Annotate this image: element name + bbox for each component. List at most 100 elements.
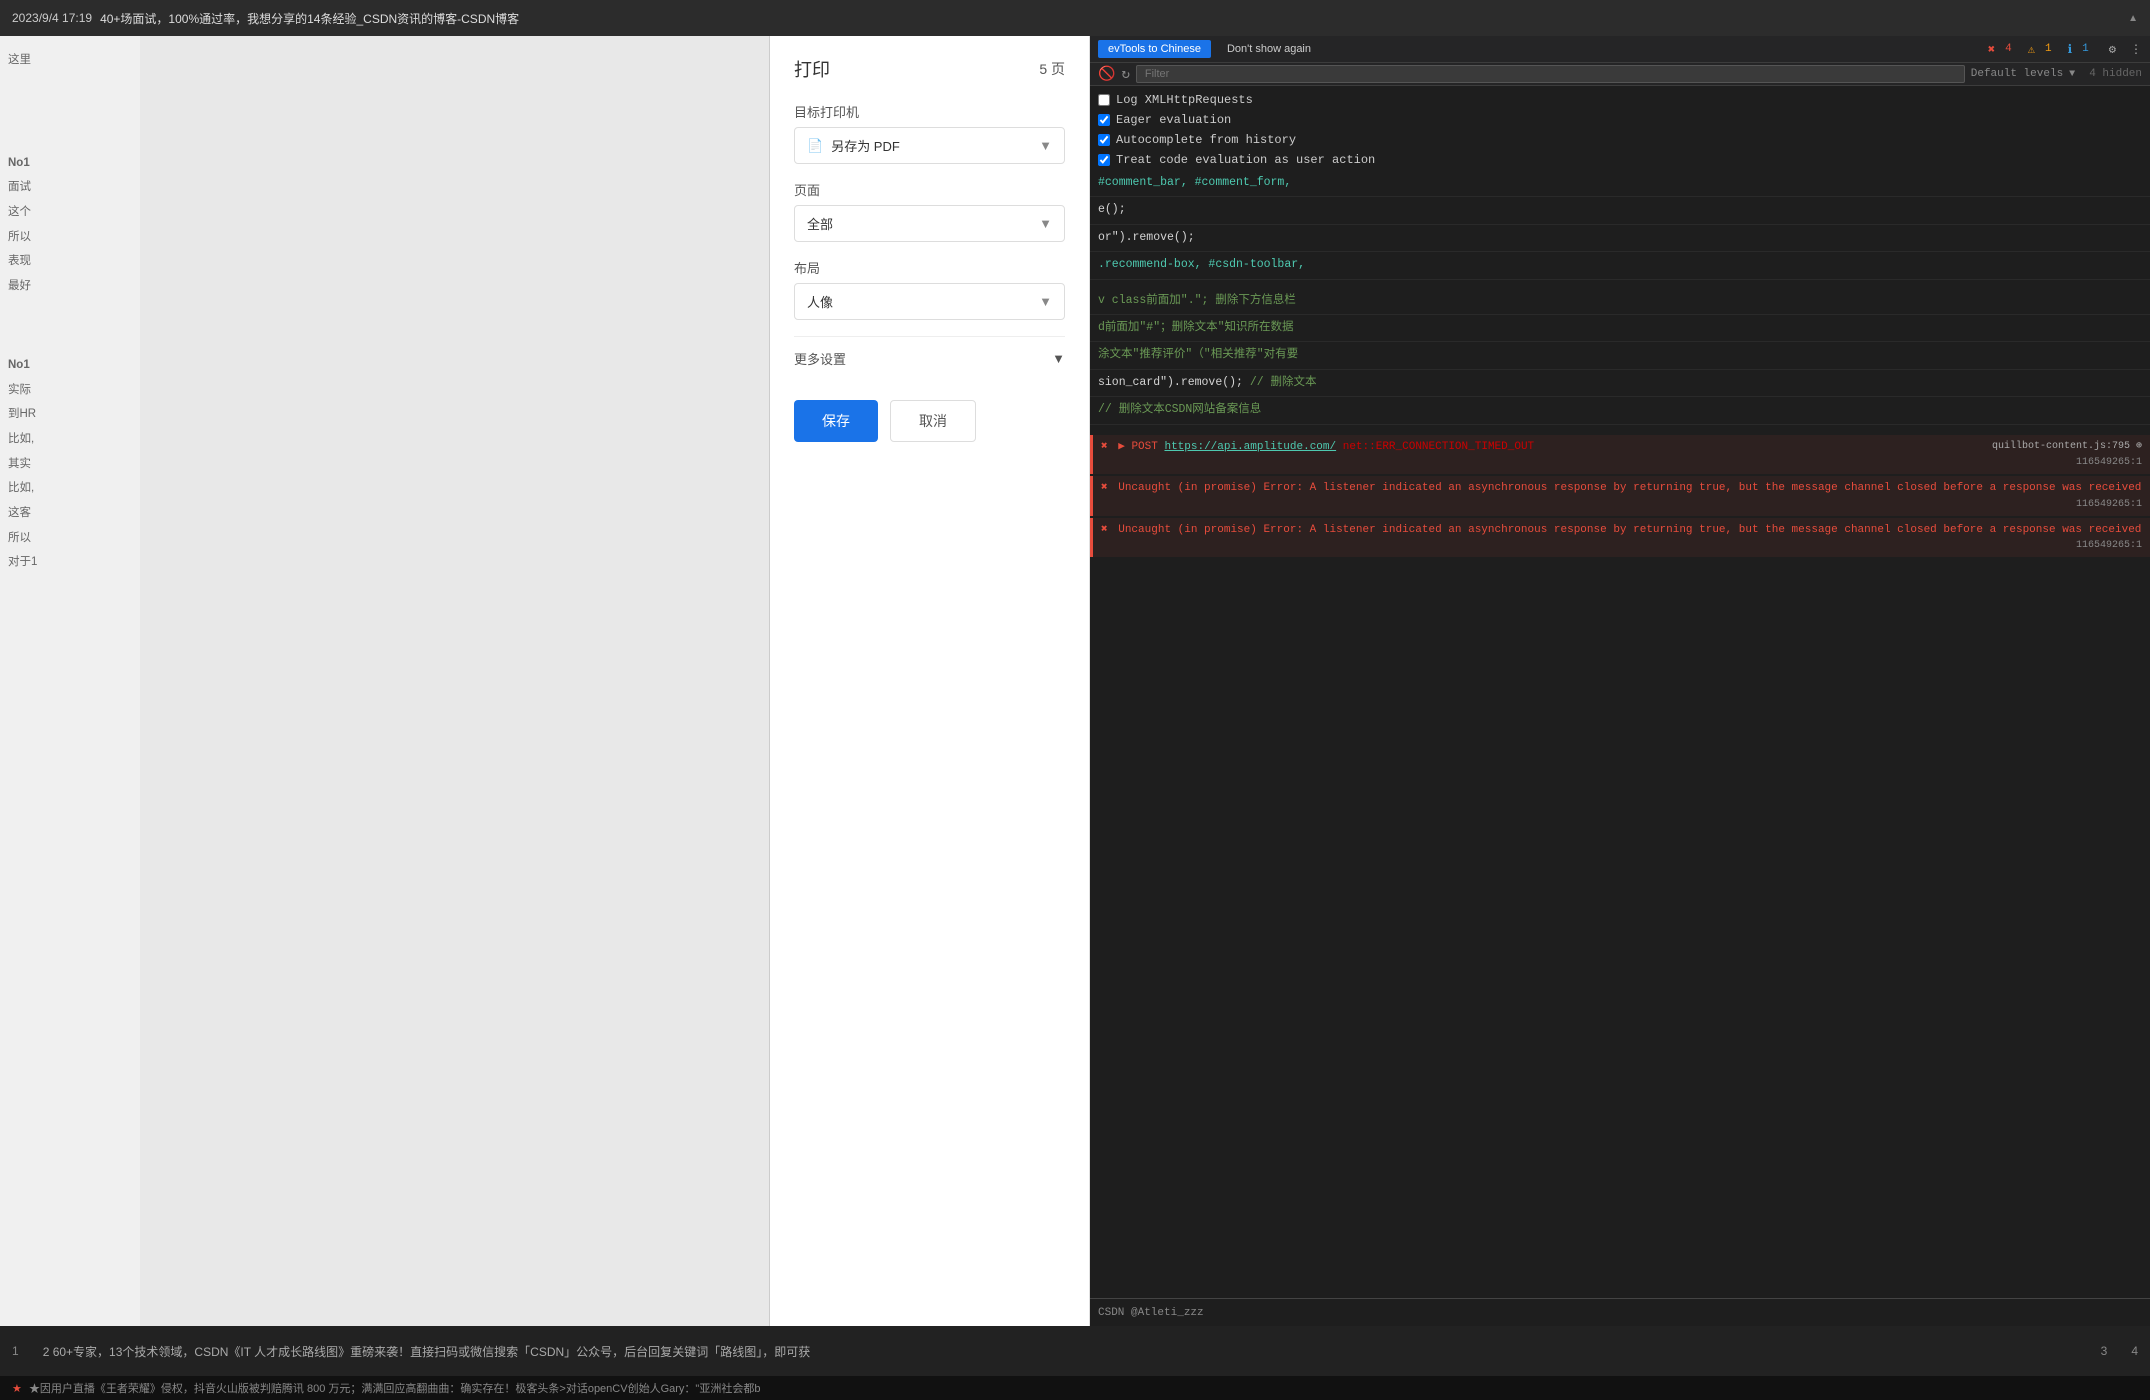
printer-value-text: 另存为 PDF — [831, 136, 900, 155]
breaking-news: ★ ★因用户直播《王者荣耀》侵权，抖音火山版被判赔腾讯 800 万元；满满回应高… — [0, 1376, 2150, 1400]
info-count: 1 — [2082, 43, 2089, 55]
printer-select[interactable]: 📄 另存为 PDF ▼ — [794, 127, 1065, 164]
log-xmlhttp-option: Log XMLHttpRequests — [1090, 90, 2150, 110]
sidebar-item — [8, 339, 132, 343]
code-comment-3: 涂文本"推荐评价"（"相关推荐"对有要 — [1098, 348, 1298, 361]
save-button[interactable]: 保存 — [794, 400, 878, 442]
error-icon-3: ✖ — [1101, 524, 1108, 536]
layout-label: 布局 — [794, 258, 1065, 277]
layout-select[interactable]: 人像 ▼ — [794, 283, 1065, 320]
left-panel: 这里 No1 面试 这个 所以 表现 最好 No1 实际 到HR 比如, 其实 … — [0, 36, 770, 1326]
autocomplete-checkbox[interactable] — [1098, 134, 1110, 146]
sidebar-item: No1 — [8, 353, 132, 378]
error-text-2: Uncaught (in promise) Error: A listener … — [1118, 482, 2141, 494]
sidebar-item — [8, 127, 132, 131]
more-settings-toggle[interactable]: 更多设置 ▼ — [794, 336, 1065, 380]
printer-label: 目标打印机 — [794, 102, 1065, 121]
sidebar-item: 到HR — [8, 402, 132, 427]
error-linenum-3: 116549265:1 — [2076, 538, 2142, 553]
error-text-3: Uncaught (in promise) Error: A listener … — [1118, 524, 2141, 536]
print-panel: 打印 5 页 目标打印机 📄 另存为 PDF ▼ 页面 全部 — [770, 36, 1090, 1326]
console-filter-input[interactable] — [1136, 65, 1965, 83]
print-field-printer: 目标打印机 📄 另存为 PDF ▼ — [794, 102, 1065, 164]
error-url-1[interactable]: https://api.amplitude.com/ — [1164, 441, 1336, 453]
devtools-filter-icon: 🚫 — [1098, 66, 1115, 83]
ticker-num-2: 3 — [2101, 1344, 2108, 1358]
devtools-translate-bar: evTools to Chinese Don't show again ✖ 4 … — [1090, 36, 2150, 63]
main-content: 这里 No1 面试 这个 所以 表现 最好 No1 实际 到HR 比如, 其实 … — [0, 36, 2150, 1326]
bottom-text: CSDN @Atleti_zzz — [1098, 1307, 1204, 1319]
error-block-2: ✖ Uncaught (in promise) Error: A listene… — [1090, 476, 2150, 516]
code-block-8: sion_card").remove(); // 删除文本 — [1090, 370, 2150, 397]
page-select[interactable]: 全部 ▼ — [794, 205, 1065, 242]
log-xmlhttp-checkbox[interactable] — [1098, 94, 1110, 106]
cancel-button[interactable]: 取消 — [890, 400, 976, 442]
warning-count: 1 — [2045, 43, 2052, 55]
code-block-7: 涂文本"推荐评价"（"相关推荐"对有要 — [1090, 342, 2150, 369]
printer-value: 📄 另存为 PDF — [807, 136, 900, 155]
translate-to-chinese-button[interactable]: evTools to Chinese — [1098, 40, 1211, 58]
sidebar-item: 这个 — [8, 200, 132, 225]
page-label: 页面 — [794, 180, 1065, 199]
settings-icon[interactable]: ⚙ — [2109, 42, 2116, 57]
layout-value: 人像 — [807, 292, 833, 311]
print-title: 打印 — [794, 56, 830, 82]
error-icon-1: ✖ — [1101, 441, 1108, 453]
print-field-layout: 布局 人像 ▼ — [794, 258, 1065, 320]
title-bar-left: 2023/9/4 17:19 40+场面试，100%通过率，我想分享的14条经验… — [12, 10, 519, 27]
code-block-9: // 删除文本CSDN网站备案信息 — [1090, 397, 2150, 424]
autocomplete-option: Autocomplete from history — [1090, 130, 2150, 150]
code-eval-checkbox[interactable] — [1098, 154, 1110, 166]
devtools-panel: evTools to Chinese Don't show again ✖ 4 … — [1090, 36, 2150, 1326]
code-block-1: #comment_bar, #comment_form, — [1090, 170, 2150, 197]
dont-show-again-button[interactable]: Don't show again — [1219, 40, 1319, 58]
devtools-filter-bar: 🚫 ↻ Default levels ▼ 4 hidden — [1090, 63, 2150, 86]
devtools-bottom-bar: CSDN @Atleti_zzz — [1090, 1298, 2150, 1326]
eager-eval-label: Eager evaluation — [1116, 113, 1231, 127]
sidebar-nav: 这里 No1 面试 这个 所以 表现 最好 No1 实际 到HR 比如, 其实 … — [0, 36, 140, 1326]
sidebar-item: 对于1 — [8, 550, 132, 575]
error-count: 4 — [2005, 43, 2012, 55]
more-icon[interactable]: ⋮ — [2130, 42, 2142, 57]
sidebar-item: 比如, — [8, 476, 132, 501]
log-xmlhttp-label: Log XMLHttpRequests — [1116, 93, 1253, 107]
right-area: 打印 5 页 目标打印机 📄 另存为 PDF ▼ 页面 全部 — [770, 36, 2150, 1326]
code-text: or").remove(); — [1098, 231, 1195, 244]
info-icon: ℹ — [2068, 42, 2073, 57]
timestamp: 2023/9/4 17:19 — [12, 11, 92, 25]
code-comment-2: d前面加"#"；删除文本"知识所在数据 — [1098, 321, 1294, 334]
more-settings-label: 更多设置 — [794, 349, 846, 368]
sidebar-item: 所以 — [8, 526, 132, 551]
ticker-content: 1 2 60+专家，13个技术领域，CSDN《IT 人才成长路线图》重磅来袭！直… — [12, 1343, 2138, 1360]
devtools-refresh-icon[interactable]: ↻ — [1121, 66, 1129, 83]
code-block-4: .recommend-box, #csdn-toolbar, — [1090, 252, 2150, 279]
layout-value-text: 人像 — [807, 292, 833, 311]
code-eval-option: Treat code evaluation as user action — [1090, 150, 2150, 170]
sidebar-item: 面试 — [8, 175, 132, 200]
eager-eval-option: Eager evaluation — [1090, 110, 2150, 130]
autocomplete-label: Autocomplete from history — [1116, 133, 1296, 147]
chevron-down-icon-filter: ▼ — [2069, 69, 2075, 80]
page-title: 40+场面试，100%通过率，我想分享的14条经验_CSDN资讯的博客-CSDN… — [100, 10, 519, 27]
sidebar-item: 其实 — [8, 452, 132, 477]
error-block-1: ✖ ▶ POST https://api.amplitude.com/ net:… — [1090, 435, 2150, 475]
chevron-down-icon: ▼ — [1039, 138, 1052, 153]
sidebar-item: 实际 — [8, 378, 132, 403]
print-pages: 5 页 — [1039, 59, 1065, 79]
code-comment-4: // 删除文本 — [1250, 376, 1317, 389]
breaking-icon: ★ — [12, 1383, 22, 1395]
chevron-down-icon-3: ▼ — [1039, 294, 1052, 309]
ticker-item-1: 2 60+专家，13个技术领域，CSDN《IT 人才成长路线图》重磅来袭！直接扫… — [43, 1343, 2077, 1360]
sidebar-item: 这里 — [8, 48, 132, 73]
printer-icon: 📄 — [807, 138, 823, 154]
eager-eval-checkbox[interactable] — [1098, 114, 1110, 126]
title-bar: 2023/9/4 17:19 40+场面试，100%通过率，我想分享的14条经验… — [0, 0, 2150, 36]
error-file-1: quillbot-content.js:795 ⊕ — [1992, 439, 2142, 454]
sidebar-item: 比如, — [8, 427, 132, 452]
error-linenum-2: 116549265:1 — [2076, 497, 2142, 512]
chevron-right-icon: ▼ — [1052, 351, 1065, 366]
code-block-2: e(); — [1090, 197, 2150, 224]
sidebar-item: 最好 — [8, 274, 132, 299]
hidden-count: 4 hidden — [2089, 68, 2142, 80]
page-value-text: 全部 — [807, 214, 833, 233]
